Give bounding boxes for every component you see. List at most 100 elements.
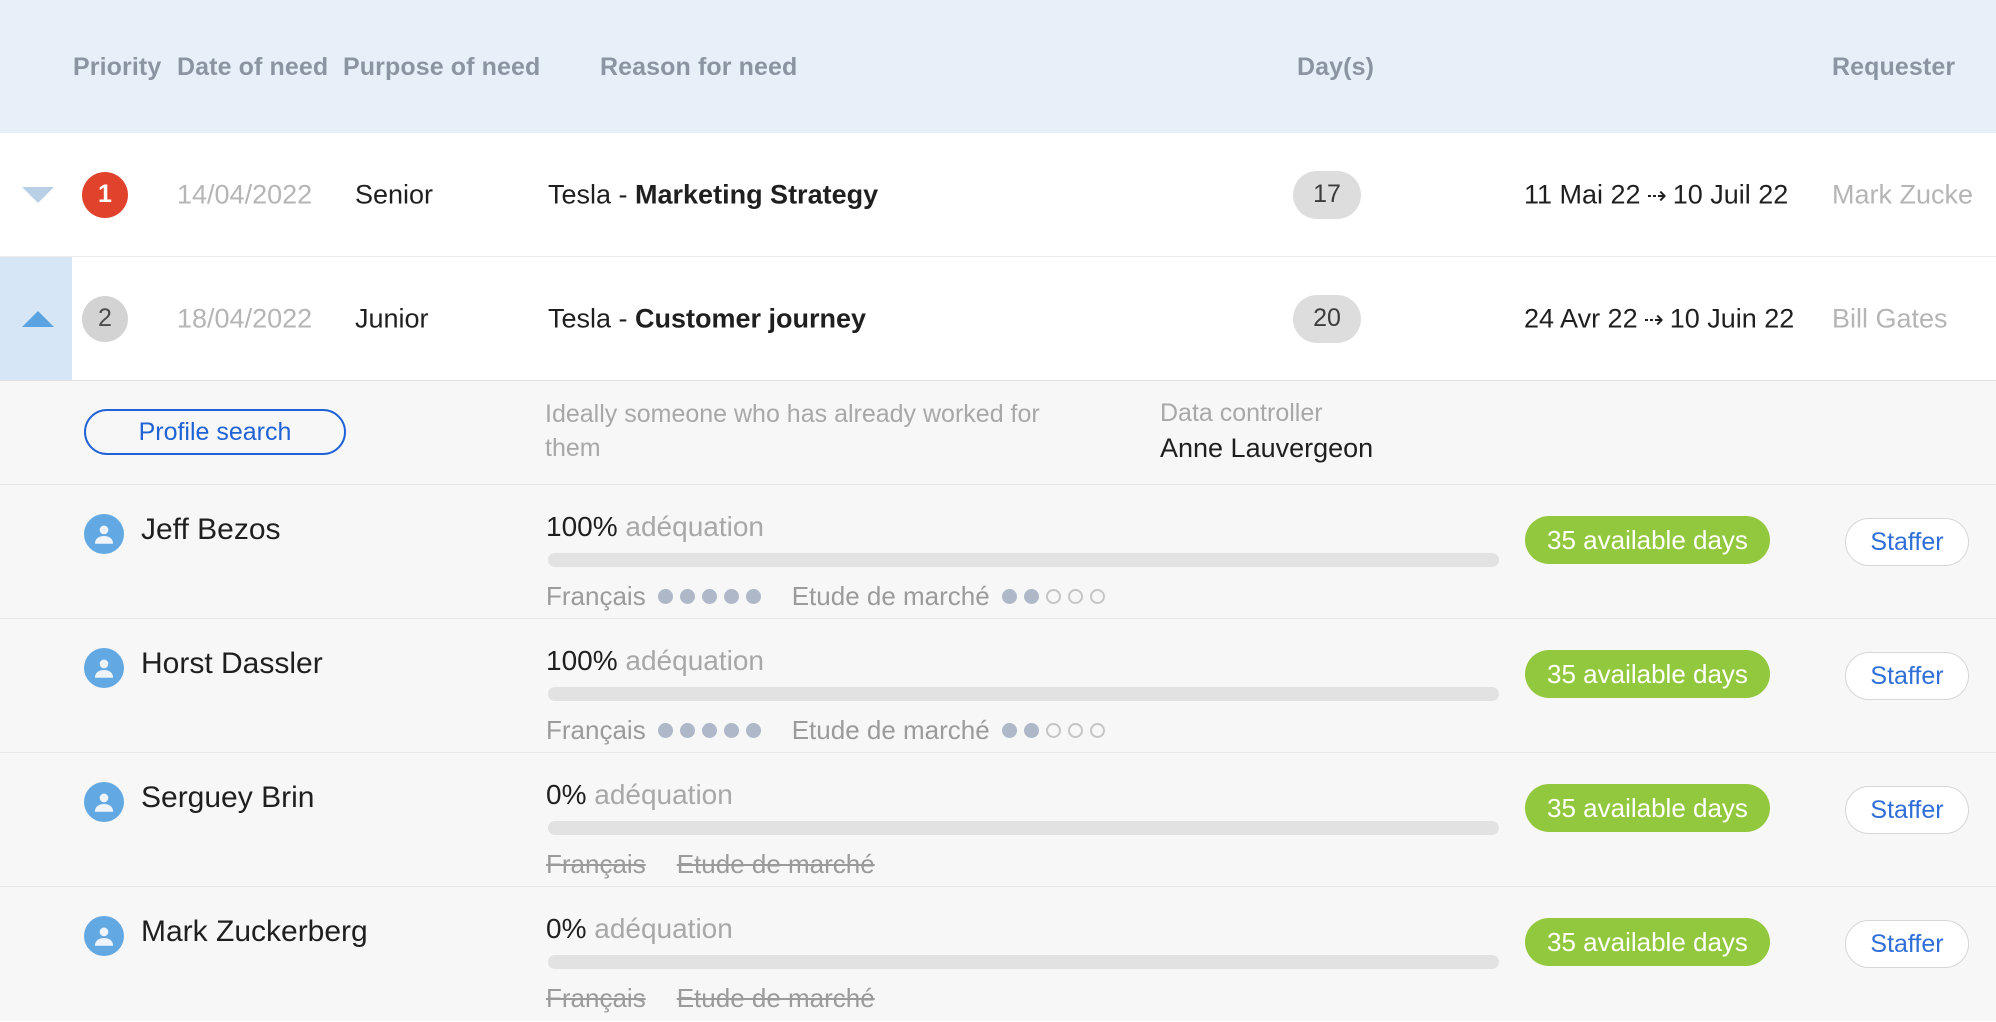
skill-level-dot	[745, 589, 761, 604]
priority-badge: 2	[82, 295, 128, 342]
request-note: Ideally someone who has already worked f…	[545, 400, 1040, 462]
priority-badge: 1	[82, 171, 128, 218]
data-controller-label: Data controller	[1160, 399, 1323, 427]
skill-list: Français Etude de marché	[546, 983, 875, 1014]
cell-date-range: 11 Mai 22 ⇢ 10 Juil 22	[1524, 179, 1788, 210]
adequation-label: 100% adéquation	[546, 645, 764, 677]
expanded-detail-panel: Profile search Ideally someone who has a…	[0, 381, 1996, 1021]
profile-search-button[interactable]: Profile search	[84, 409, 346, 455]
reason-prefix: Tesla -	[548, 179, 636, 209]
skill-item: Etude de marché	[792, 715, 1105, 746]
skill-level-dot	[679, 723, 695, 738]
skill-level-dot	[1089, 723, 1105, 738]
skill-list: Français Etude de marché	[546, 849, 875, 880]
adequation-word: adéquation	[625, 645, 764, 676]
skill-level-dot	[723, 723, 739, 738]
adequation-label: 0% adéquation	[546, 913, 733, 945]
candidate-name: Mark Zuckerberg	[141, 915, 368, 948]
skill-name: Etude de marché	[676, 983, 875, 1013]
days-badge: 17	[1293, 170, 1361, 219]
adequation-word: adéquation	[625, 511, 764, 542]
skill-level-dot	[657, 723, 673, 738]
skill-level-dot	[1023, 723, 1039, 738]
skill-level-dots	[657, 589, 761, 604]
skill-item: Français	[546, 715, 761, 746]
skill-level-dot	[1045, 589, 1061, 604]
skill-level-dot	[1023, 589, 1039, 604]
adequation-percent: 100%	[546, 511, 618, 542]
column-header-reason: Reason for need	[600, 53, 798, 81]
table-header: Priority Date of need Purpose of need Re…	[0, 0, 1996, 133]
availability-badge: 35 available days	[1525, 918, 1770, 966]
range-end: 10 Juin 22	[1669, 303, 1795, 333]
skill-item: Français	[546, 849, 646, 880]
cell-requester: Mark Zucke	[1832, 179, 1974, 209]
data-controller-value: Anne Lauvergeon	[1160, 433, 1374, 463]
candidate-list: Jeff Bezos 100% adéquation Français Etude d…	[0, 485, 1996, 1021]
range-end: 10 Juil 22	[1672, 179, 1789, 209]
chevron-down-icon[interactable]	[22, 186, 54, 203]
skill-item: Français	[546, 983, 646, 1014]
skill-level-dot	[723, 589, 739, 604]
skill-level-dot	[657, 589, 673, 604]
column-header-date: Date of need	[177, 53, 329, 81]
skill-level-dot	[701, 589, 717, 604]
adequation-percent: 100%	[546, 645, 618, 676]
staffing-request-table: Priority Date of need Purpose of need Re…	[0, 0, 1996, 1022]
candidate-name: Horst Dassler	[141, 647, 323, 680]
cell-date: 14/04/2022	[177, 179, 313, 209]
reason-bold: Customer journey	[635, 303, 867, 333]
adequation-word: adéquation	[594, 913, 733, 944]
skill-level-dot	[1067, 589, 1083, 604]
availability-badge: 35 available days	[1525, 784, 1770, 832]
skill-item: Etude de marché	[677, 983, 875, 1014]
skill-name: Etude de marché	[791, 715, 990, 745]
adequation-progress-bar	[548, 687, 1499, 701]
cell-reason: Tesla - Marketing Strategy	[548, 179, 878, 210]
table-row[interactable]: 2 18/04/2022 Junior Tesla - Customer jou…	[0, 257, 1996, 381]
adequation-progress-bar	[548, 821, 1499, 835]
skill-level-dots	[1001, 589, 1105, 604]
skill-level-dot	[701, 723, 717, 738]
skill-name: Etude de marché	[791, 581, 990, 611]
adequation-label: 100% adéquation	[546, 511, 764, 543]
cell-date-range: 24 Avr 22 ⇢ 10 Juin 22	[1524, 303, 1794, 334]
adequation-label: 0% adéquation	[546, 779, 733, 811]
skill-item: Français	[546, 581, 761, 612]
table-row[interactable]: 1 14/04/2022 Senior Tesla - Marketing St…	[0, 133, 1996, 257]
adequation-progress-bar	[548, 955, 1499, 969]
range-start: 11 Mai 22	[1524, 179, 1641, 209]
skill-level-dot	[1045, 723, 1061, 738]
candidate-name: Jeff Bezos	[141, 513, 281, 546]
skill-level-dot	[1089, 589, 1105, 604]
reason-prefix: Tesla -	[548, 303, 636, 333]
staffer-button[interactable]: Staffer	[1845, 786, 1969, 834]
chevron-up-icon[interactable]	[22, 310, 54, 327]
skill-name: Etude de marché	[676, 849, 875, 879]
candidate-row[interactable]: Mark Zuckerberg 0% adéquation Français Etud…	[0, 887, 1996, 1021]
candidate-row[interactable]: Jeff Bezos 100% adéquation Français Etude d…	[0, 485, 1996, 619]
user-avatar-icon	[84, 916, 124, 956]
user-avatar-icon	[84, 514, 124, 554]
cell-date: 18/04/2022	[177, 303, 313, 333]
days-badge: 20	[1293, 294, 1361, 343]
skill-level-dot	[745, 723, 761, 738]
candidate-row[interactable]: Serguey Brin 0% adéquation Français Etude d…	[0, 753, 1996, 887]
cell-requester: Bill Gates	[1832, 303, 1948, 333]
staffer-button[interactable]: Staffer	[1845, 518, 1969, 566]
skill-item: Etude de marché	[677, 849, 875, 880]
adequation-percent: 0%	[546, 913, 587, 944]
column-header-requester: Requester	[1832, 53, 1956, 81]
staffer-button[interactable]: Staffer	[1845, 920, 1969, 968]
skill-name: Français	[546, 715, 646, 745]
staffer-button[interactable]: Staffer	[1845, 652, 1969, 700]
skill-level-dots	[657, 723, 761, 738]
skill-level-dot	[1001, 723, 1017, 738]
column-header-days: Day(s)	[1297, 53, 1375, 81]
column-header-purpose: Purpose of need	[343, 53, 541, 81]
range-start: 24 Avr 22	[1524, 303, 1638, 333]
arrow-right-icon: ⇢	[1646, 182, 1667, 209]
adequation-progress-bar	[548, 553, 1499, 567]
candidate-row[interactable]: Horst Dassler 100% adéquation Français Etud…	[0, 619, 1996, 753]
adequation-word: adéquation	[594, 779, 733, 810]
